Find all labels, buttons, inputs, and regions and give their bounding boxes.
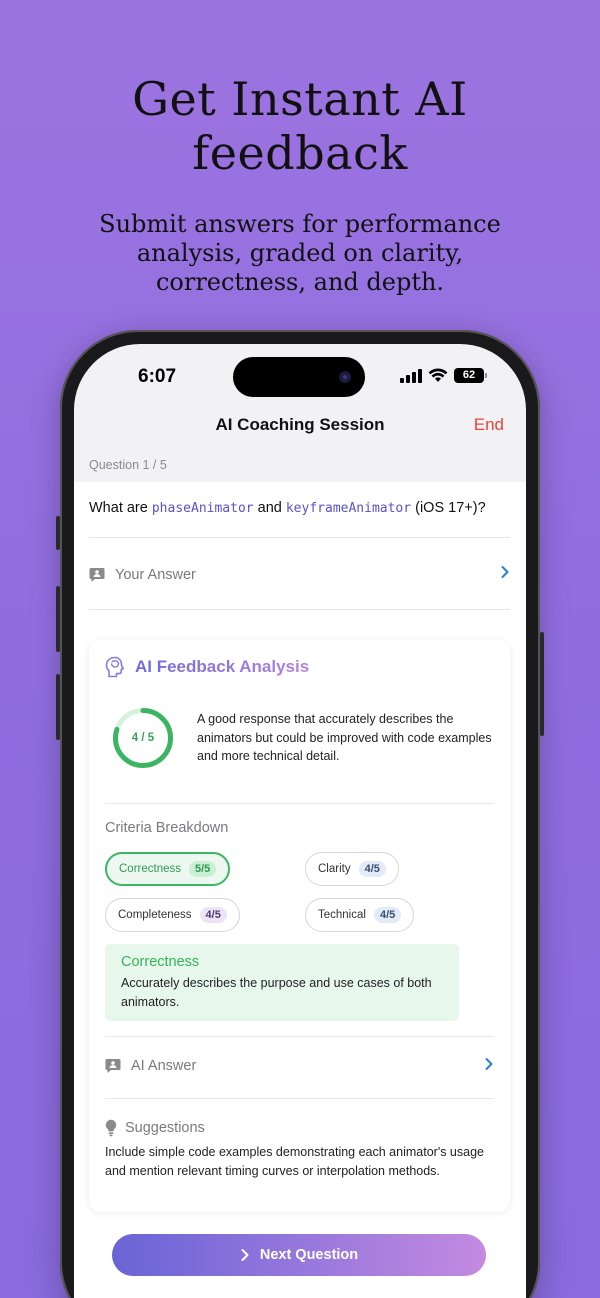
criteria-score: 4/5 xyxy=(358,861,386,877)
question-code-keyframe: keyframeAnimator xyxy=(285,501,412,516)
dynamic-island xyxy=(233,357,365,397)
chevron-right-icon xyxy=(485,1058,493,1070)
inner-divider xyxy=(105,803,494,804)
divider xyxy=(89,537,510,538)
status-icons: 62 xyxy=(400,368,487,383)
suggestions-label: Suggestions xyxy=(125,1120,205,1136)
session-content: What are phaseAnimator and keyframeAnima… xyxy=(74,482,526,1298)
front-camera xyxy=(339,371,351,383)
criteria-breakdown-label: Criteria Breakdown xyxy=(105,820,229,836)
phone-screen: 6:07 62 AI Coaching Session End Question… xyxy=(74,344,526,1298)
question-counter: Question 1 / 5 xyxy=(89,458,167,472)
score-text: 4 / 5 xyxy=(131,732,155,744)
divider xyxy=(89,609,510,610)
hero-title-line2: feedback xyxy=(192,126,408,180)
criteria-name: Clarity xyxy=(318,863,351,875)
criteria-score: 4/5 xyxy=(373,907,402,923)
phone-side-button-left-1 xyxy=(56,516,60,550)
criteria-pill-correctness[interactable]: Correctness 5/5 xyxy=(105,852,231,886)
feedback-summary: A good response that accurately describe… xyxy=(197,712,492,763)
suggestions-row: Suggestions xyxy=(105,1119,205,1137)
criteria-detail-box: Correctness Accurately describes the pur… xyxy=(105,944,459,1021)
brain-head-icon xyxy=(105,656,125,678)
battery-icon: 62 xyxy=(454,368,487,383)
chat-bubble-icon xyxy=(89,568,105,582)
phone-side-button-left-3 xyxy=(56,674,60,740)
hero-title-line1: Get Instant AI xyxy=(132,72,468,126)
hero-subtitle: Submit answers for performance analysis,… xyxy=(60,210,540,297)
criteria-name: Completeness xyxy=(118,909,192,921)
chat-bubble-icon xyxy=(105,1059,121,1073)
question-text: What are phaseAnimator and keyframeAnima… xyxy=(89,500,486,516)
criteria-score: 4/5 xyxy=(199,907,227,923)
criteria-pill-technical[interactable]: Technical 4/5 xyxy=(305,898,415,932)
next-question-button[interactable]: Next Question xyxy=(112,1234,486,1276)
hero-title: Get Instant AI feedback xyxy=(0,72,600,180)
wifi-icon xyxy=(428,368,448,382)
ai-answer-label: AI Answer xyxy=(131,1058,197,1074)
status-time: 6:07 xyxy=(138,366,177,387)
hero-subtitle-line1: Submit answers for performance xyxy=(99,210,501,238)
question-code-phase: phaseAnimator xyxy=(151,501,254,516)
inner-divider xyxy=(105,1098,494,1099)
criteria-detail-text: Accurately describes the purpose and use… xyxy=(121,976,432,1009)
lightbulb-icon xyxy=(105,1119,117,1137)
ai-answer-row[interactable]: AI Answer xyxy=(105,1054,494,1078)
criteria-name: Correctness xyxy=(119,863,181,875)
criteria-score: 5/5 xyxy=(189,861,217,877)
question-prefix: What are xyxy=(89,500,152,516)
hero-subtitle-line2: analysis, graded on clarity, xyxy=(136,239,464,267)
signal-icon xyxy=(400,368,422,383)
chevron-right-icon xyxy=(501,566,509,578)
feedback-header: AI Feedback Analysis xyxy=(105,656,309,678)
chevron-right-icon xyxy=(241,1249,249,1261)
criteria-pill-clarity[interactable]: Clarity 4/5 xyxy=(305,852,399,886)
inner-divider xyxy=(105,1036,494,1037)
suggestions-text: Include simple code examples demonstrati… xyxy=(105,1145,484,1178)
next-question-label: Next Question xyxy=(259,1247,359,1263)
your-answer-label: Your Answer xyxy=(115,567,196,583)
ai-feedback-card: AI Feedback Analysis 4 / 5 A good respon… xyxy=(89,640,510,1212)
criteria-pill-completeness[interactable]: Completeness 4/5 xyxy=(105,898,240,932)
your-answer-row[interactable]: Your Answer xyxy=(89,562,510,588)
hero-subtitle-line3: correctness, and depth. xyxy=(155,268,445,296)
feedback-title: AI Feedback Analysis xyxy=(135,657,310,676)
phone-side-button-right xyxy=(540,632,544,736)
nav-title: AI Coaching Session xyxy=(215,415,385,434)
question-middle: and xyxy=(253,500,286,516)
criteria-detail-title: Correctness xyxy=(121,954,200,970)
criteria-name: Technical xyxy=(318,909,366,921)
phone-side-button-left-2 xyxy=(56,586,60,652)
end-button[interactable]: End xyxy=(474,415,504,435)
question-suffix: (iOS 17+)? xyxy=(411,500,486,516)
